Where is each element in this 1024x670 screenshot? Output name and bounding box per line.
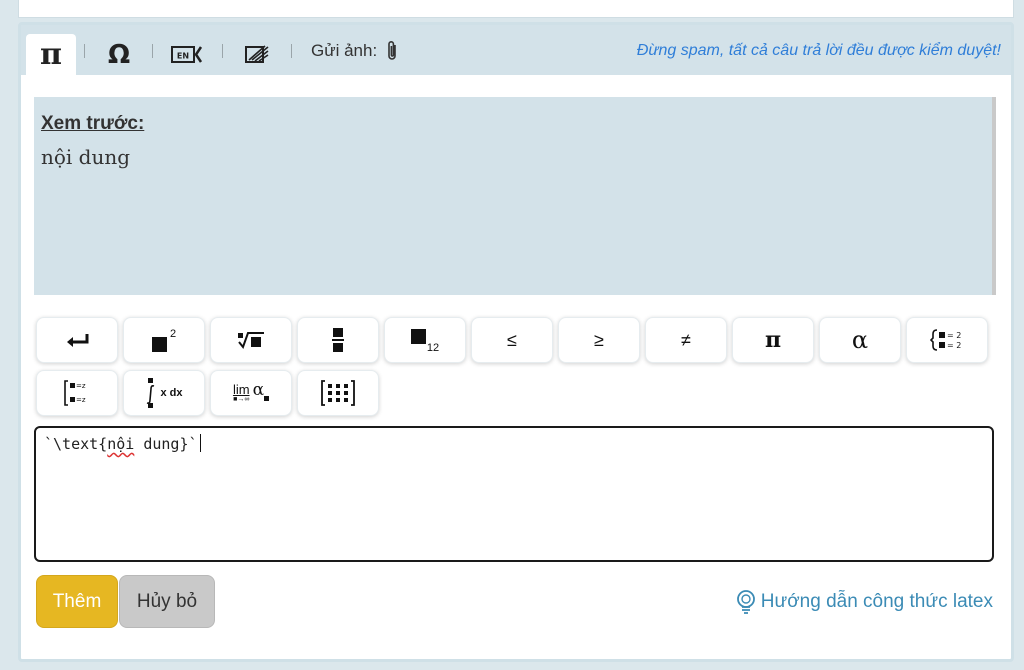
limit-icon: lim ■→∞: [233, 383, 250, 403]
drawing-pad-icon: [245, 44, 269, 63]
spellcheck-word: nội: [107, 435, 135, 453]
latex-suffix: dung}`: [134, 435, 198, 453]
omega-icon: Ω: [107, 39, 131, 70]
svg-text:= 2: = 2: [947, 341, 961, 350]
integral-button[interactable]: x dx: [123, 370, 205, 416]
svg-text:EN: EN: [177, 51, 189, 60]
matrix-icon: [321, 380, 355, 406]
paperclip-icon[interactable]: [385, 40, 399, 62]
upload-image-control[interactable]: Gửi ảnh:: [311, 40, 399, 62]
keyboard-language-icon: EN: [171, 45, 203, 63]
subscript-button[interactable]: 12: [384, 317, 466, 363]
latex-guide-link[interactable]: Hướng dẫn công thức latex: [735, 590, 993, 614]
tab-separator: [84, 44, 85, 58]
preview-content: nội dung: [41, 145, 131, 169]
lightbulb-icon: [736, 590, 755, 614]
tab-separator: [222, 44, 223, 58]
tab-drawing[interactable]: [233, 34, 281, 75]
tab-special-symbols[interactable]: Ω: [95, 34, 143, 75]
latex-prefix: `\text{: [44, 435, 108, 453]
tab-math-symbols[interactable]: π: [26, 34, 76, 75]
svg-text:=z: =z: [76, 396, 86, 404]
not-equal-button[interactable]: ≠: [645, 317, 727, 363]
add-button[interactable]: Thêm: [36, 575, 118, 628]
pi-button[interactable]: π: [732, 317, 814, 363]
insert-newline-button[interactable]: [36, 317, 118, 363]
less-equal-symbol: ≤: [507, 329, 517, 350]
tab-separator: [152, 44, 153, 58]
square-placeholder-icon: [264, 395, 270, 401]
tab-language[interactable]: EN: [163, 34, 211, 75]
pi-icon: π: [40, 37, 62, 72]
answer-editor: π Ω EN Gửi ảnh: Đừng spam, tất cả câu tr…: [18, 22, 1014, 662]
pi-symbol: π: [764, 327, 782, 353]
equation-system-icon: = 2 = 2: [930, 329, 961, 351]
integral-expression: x dx: [160, 387, 183, 399]
upload-label: Gửi ảnh:: [311, 41, 378, 60]
superscript-button[interactable]: 2: [123, 317, 205, 363]
limit-button[interactable]: lim ■→∞ α: [210, 370, 292, 416]
matrix-system-button[interactable]: =z =z: [36, 370, 118, 416]
matrix-system-icon: =z =z: [64, 380, 86, 406]
nth-root-icon: [238, 332, 264, 350]
nth-root-button[interactable]: [210, 317, 292, 363]
alpha-button[interactable]: α: [819, 317, 901, 363]
equation-system-button[interactable]: = 2 = 2: [906, 317, 988, 363]
svg-text:=z: =z: [76, 382, 86, 390]
less-equal-button[interactable]: ≤: [471, 317, 553, 363]
greater-equal-button[interactable]: ≥: [558, 317, 640, 363]
fraction-button[interactable]: [297, 317, 379, 363]
editor-tab-bar: π Ω EN Gửi ảnh: Đừng spam, tất cả câu tr…: [21, 25, 1011, 75]
not-equal-symbol: ≠: [681, 329, 691, 350]
greater-equal-symbol: ≥: [594, 329, 604, 350]
latex-input[interactable]: `\text{nội dung}`: [34, 426, 994, 562]
matrix-button[interactable]: [297, 370, 379, 416]
lim-alpha: α: [252, 380, 265, 400]
enter-arrow-icon: [67, 334, 89, 347]
lim-subscript: ■→∞: [233, 396, 250, 403]
alpha-symbol: α: [851, 326, 869, 354]
square-placeholder-icon: [151, 336, 167, 352]
superscript-digit: 2: [169, 328, 177, 340]
preview-panel: Xem trước: nội dung: [34, 97, 996, 295]
guide-label: Hướng dẫn công thức latex: [760, 591, 993, 612]
svg-text:= 2: = 2: [947, 331, 961, 340]
lim-word: lim: [232, 382, 250, 397]
tab-separator: [291, 44, 292, 58]
square-placeholder-icon: [410, 328, 426, 344]
cancel-button[interactable]: Hủy bỏ: [119, 575, 215, 628]
moderation-notice: Đừng spam, tất cả câu trả lời đều được k…: [636, 42, 1001, 59]
integral-icon: [147, 378, 155, 408]
fraction-icon: [332, 328, 344, 352]
previous-card-edge: [18, 0, 1014, 18]
text-caret: [199, 434, 201, 452]
subscript-digits: 12: [426, 342, 440, 354]
preview-label: Xem trước:: [41, 113, 145, 134]
